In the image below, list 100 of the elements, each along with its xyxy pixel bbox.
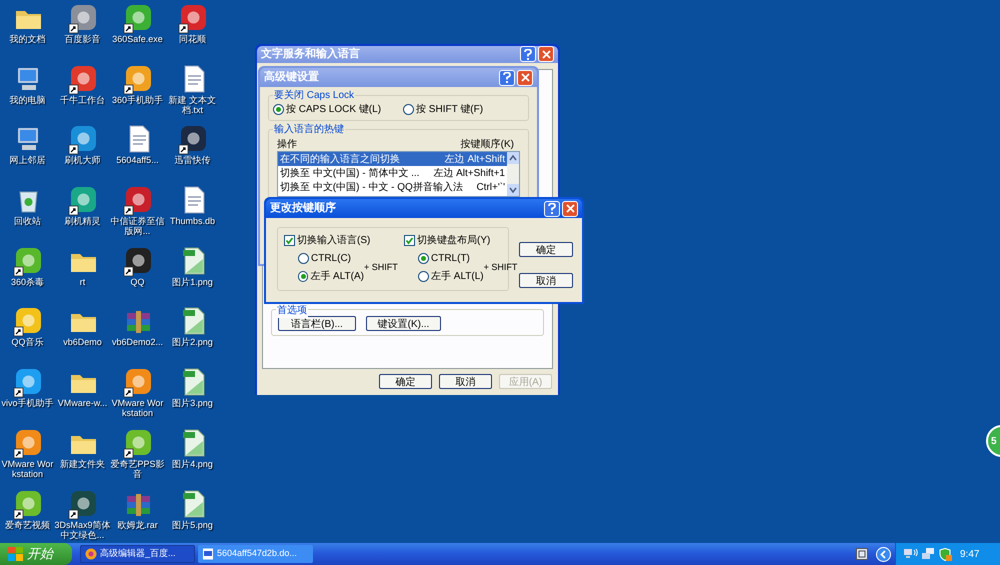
radio-label[interactable]: 按 CAPS LOCK 键(L) — [286, 102, 382, 117]
radio-label[interactable]: 左手 ALT(L) — [431, 269, 484, 284]
windows-logo-icon — [8, 547, 23, 561]
scrollbar[interactable] — [507, 152, 519, 196]
group-label: 输入语言的热键 — [273, 122, 345, 137]
icon-label[interactable]: 百度影音 — [54, 34, 110, 44]
close-button[interactable] — [562, 200, 578, 216]
list-cell-text: 左边 Alt+Shift — [444, 152, 505, 166]
scroll-up-icon[interactable] — [507, 152, 519, 164]
icon-label[interactable]: vivo手机助手 — [0, 398, 56, 408]
app-shortcut-icon[interactable] — [12, 366, 44, 398]
icon-label[interactable]: 3DsMax9简体中文绿色... — [54, 520, 110, 540]
list-cell-text: 在不同的输入语言之间切换 — [280, 152, 400, 166]
icon-label[interactable]: 我的电脑 — [0, 94, 56, 105]
push-button[interactable]: 确定 — [519, 242, 573, 257]
icon-label[interactable]: 爱奇艺视频 — [0, 520, 56, 530]
list-cell-text: Ctrl+'`' — [476, 180, 505, 194]
list-cell-text: 切换至 中文(中国) - 简体中文 ... — [280, 166, 420, 180]
icon-label[interactable]: 回收站 — [0, 216, 56, 226]
radio-button[interactable] — [403, 104, 414, 115]
shift-label: + SHIFT — [364, 260, 398, 274]
help-button[interactable] — [499, 70, 515, 86]
radio-label[interactable]: 左手 ALT(A) — [310, 269, 364, 284]
radio-label[interactable]: 按 SHIFT 键(F) — [416, 102, 484, 117]
icon-label[interactable]: rt — [54, 276, 110, 287]
taskbar-button[interactable]: 高级编辑器_百度... — [80, 545, 195, 563]
app-shortcut-icon[interactable] — [12, 305, 44, 338]
network-icon[interactable] — [904, 548, 918, 560]
icon-label[interactable]: 360杀毒 — [0, 276, 56, 287]
icon-label[interactable]: 爱奇艺PPS影音 — [110, 458, 166, 479]
icon-label[interactable]: QQ音乐 — [0, 337, 56, 348]
close-button[interactable] — [517, 70, 533, 86]
icon-label[interactable]: 同花顺 — [164, 34, 220, 44]
task-label: 5604aff547d2b.do... — [217, 547, 297, 560]
app-shortcut-icon[interactable] — [122, 366, 154, 398]
icon-label[interactable]: vb6Demo2... — [110, 337, 166, 348]
radio-button[interactable] — [418, 253, 429, 264]
window-title: 文字服务和输入语言 — [261, 46, 361, 62]
icon-label[interactable]: 360手机助手 — [110, 94, 166, 105]
icon-label[interactable]: 新建 文本文档.txt — [164, 94, 220, 115]
icon-label[interactable]: vb6Demo — [54, 337, 110, 348]
push-button[interactable]: 取消 — [439, 374, 492, 388]
window-title: 高级键设置 — [264, 70, 320, 86]
icon-label[interactable]: VMware-w... — [54, 398, 110, 408]
push-button[interactable]: 键设置(K)... — [366, 316, 441, 331]
radio-label[interactable]: CTRL(C) — [311, 251, 351, 266]
icon-label[interactable]: 图片1.png — [164, 276, 220, 287]
help-icon — [503, 72, 511, 83]
push-button[interactable]: 语言栏(B)... — [278, 316, 356, 331]
window-icon[interactable] — [856, 548, 868, 560]
app-shortcut-icon[interactable] — [122, 2, 154, 34]
app-shortcut-icon[interactable] — [66, 2, 98, 34]
icon-label[interactable]: 中信证券至信版网... — [110, 216, 166, 236]
help-button[interactable] — [520, 46, 536, 62]
icon-label[interactable]: 360Safe.exe — [110, 34, 166, 44]
radio-label[interactable]: CTRL(T) — [431, 251, 470, 266]
app-shortcut-icon[interactable] — [176, 2, 208, 34]
icon-label[interactable]: 网上邻居 — [0, 155, 56, 166]
icon-label[interactable]: 千牛工作台 — [54, 94, 110, 105]
icon-label[interactable]: 图片4.png — [164, 458, 220, 469]
checkbox-label[interactable]: 切换输入语言(S) — [297, 233, 370, 248]
icon-label[interactable]: 欧姆龙.rar — [110, 520, 166, 530]
computers-icon[interactable] — [922, 548, 935, 560]
icon-label[interactable]: Thumbs.db — [164, 216, 220, 226]
icon-label[interactable]: 我的文档 — [0, 34, 56, 44]
icon-label[interactable]: 迅雷快传 — [164, 155, 220, 166]
close-icon — [520, 73, 530, 82]
push-button[interactable]: 取消 — [519, 273, 573, 288]
app-shortcut-icon[interactable] — [176, 123, 208, 156]
help-icon — [524, 48, 532, 60]
icon-label[interactable]: 刷机精灵 — [54, 216, 110, 226]
shield-icon[interactable] — [939, 548, 952, 560]
icon-label[interactable]: 图片5.png — [164, 520, 220, 530]
app-shortcut-icon[interactable] — [122, 184, 154, 216]
radio-button[interactable] — [273, 104, 284, 115]
radio-button[interactable] — [418, 271, 429, 282]
push-button[interactable]: 确定 — [379, 374, 432, 388]
radio-button[interactable] — [298, 253, 309, 264]
checkbox[interactable] — [404, 235, 415, 246]
icon-label[interactable]: 5604aff5... — [110, 155, 166, 166]
list-row[interactable]: 切换至 中文(中国) - 中文 - QQ拼音输入法 Ctrl+'`' — [278, 180, 507, 194]
list-row[interactable]: 切换至 中文(中国) - 简体中文 ... 左边 Alt+Shift+1 — [278, 166, 507, 180]
column-header: 操作 — [277, 138, 297, 149]
icon-label[interactable]: 刷机大师 — [54, 155, 110, 166]
icon-label[interactable]: VMware Workstation — [0, 458, 56, 479]
checkbox-label[interactable]: 切换键盘布局(Y) — [417, 233, 490, 248]
app-shortcut-icon[interactable] — [66, 123, 98, 156]
chevron-left-icon[interactable] — [876, 546, 891, 562]
icon-label[interactable]: 新建文件夹 — [54, 458, 110, 469]
list-row[interactable]: 在不同的输入语言之间切换 左边 Alt+Shift — [278, 152, 507, 166]
icon-label[interactable]: 图片3.png — [164, 398, 220, 408]
checkbox[interactable] — [284, 235, 295, 246]
icon-label[interactable]: QQ — [110, 276, 166, 287]
icon-label[interactable]: 图片2.png — [164, 337, 220, 348]
app-shortcut-icon[interactable] — [66, 184, 98, 216]
scroll-down-icon[interactable] — [507, 184, 519, 196]
close-button[interactable] — [538, 46, 554, 62]
radio-button[interactable] — [298, 271, 308, 282]
icon-label[interactable]: VMware Workstation — [110, 398, 166, 418]
help-button[interactable] — [544, 200, 560, 216]
